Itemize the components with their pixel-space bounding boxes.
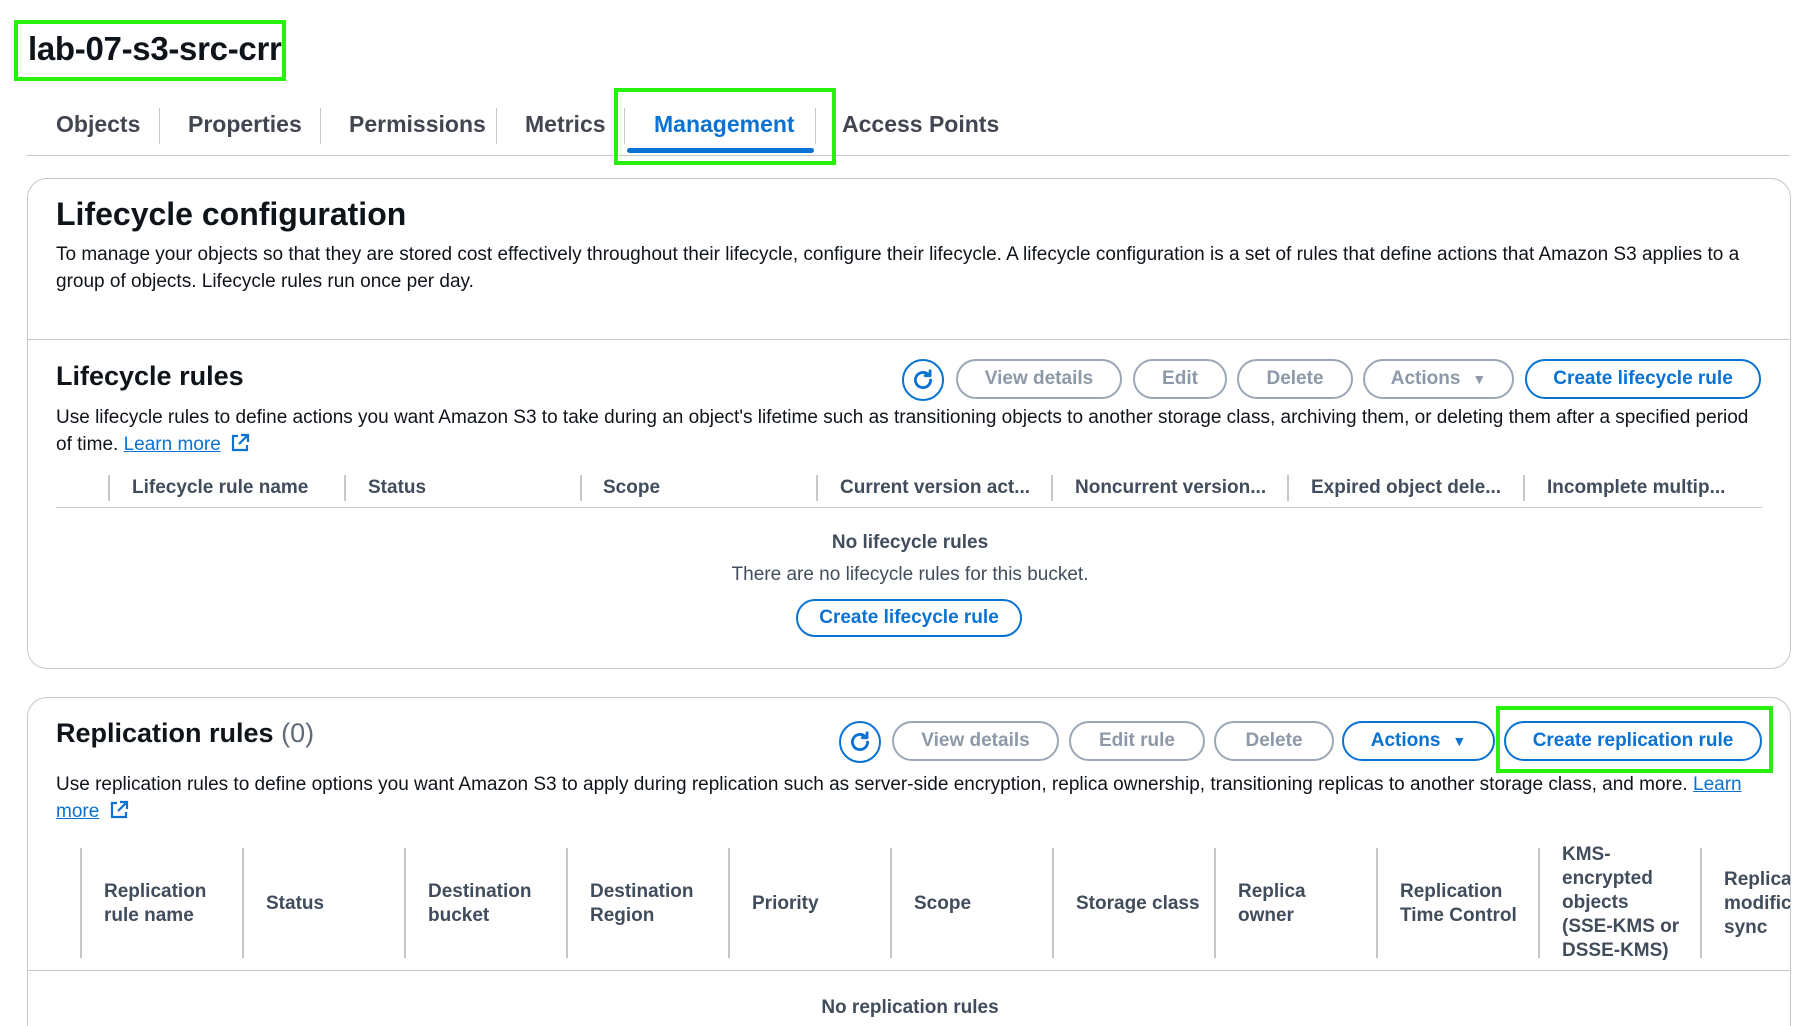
lifecycle-rules-title: Lifecycle rules xyxy=(56,361,244,391)
replication-rules-title: Replication rules (0) xyxy=(56,718,314,749)
create-lifecycle-rule-button[interactable]: Create lifecycle rule xyxy=(1525,359,1761,399)
refresh-replication-button[interactable] xyxy=(839,721,881,763)
column-header-current-version-actions[interactable]: Current version act... xyxy=(840,477,1030,499)
column-divider xyxy=(1376,848,1378,958)
column-divider xyxy=(404,848,406,958)
column-header-scope[interactable]: Scope xyxy=(603,477,660,499)
edit-rule-button[interactable]: Edit rule xyxy=(1069,721,1205,761)
lifecycle-configuration-title: Lifecycle configuration xyxy=(56,196,407,232)
column-header-destination-region[interactable]: Destination Region xyxy=(590,880,720,928)
column-header-destination-bucket[interactable]: Destination bucket xyxy=(428,880,558,928)
actions-dropdown[interactable]: Actions ▼ xyxy=(1363,359,1514,399)
tab-divider xyxy=(815,108,816,144)
empty-state-title: No lifecycle rules xyxy=(831,532,989,553)
replication-rules-title-text: Replication rules xyxy=(56,718,274,748)
column-header-status[interactable]: Status xyxy=(368,477,426,499)
column-header-rule-name[interactable]: Lifecycle rule name xyxy=(132,477,308,499)
column-divider xyxy=(1051,475,1053,501)
replication-rules-description: Use replication rules to define options … xyxy=(56,771,1756,825)
tab-divider xyxy=(159,108,160,144)
column-divider xyxy=(728,848,730,958)
tab-access-points[interactable]: Access Points xyxy=(842,96,999,156)
column-header-kms-encrypted-objects[interactable]: KMS-encrypted objects (SSE-KMS or DSSE-K… xyxy=(1562,843,1682,963)
tab-permissions[interactable]: Permissions xyxy=(349,96,486,156)
active-tab-indicator xyxy=(627,148,814,153)
empty-state-text: There are no lifecycle rules for this bu… xyxy=(731,564,1089,585)
column-header-noncurrent-version-actions[interactable]: Noncurrent version... xyxy=(1075,477,1266,499)
column-divider xyxy=(1523,475,1525,501)
column-divider xyxy=(1214,848,1216,958)
external-link-icon[interactable] xyxy=(109,800,129,820)
column-header-replica-modification-sync[interactable]: Replica modific sync xyxy=(1724,868,1790,940)
tab-divider xyxy=(624,108,625,144)
edit-button[interactable]: Edit xyxy=(1133,359,1227,399)
tab-objects[interactable]: Objects xyxy=(56,96,140,156)
column-divider xyxy=(580,475,582,501)
section-divider xyxy=(28,339,1790,340)
column-header-replication-time-control[interactable]: Replication Time Control xyxy=(1400,880,1525,928)
column-header-expired-object-delete-markers[interactable]: Expired object dele... xyxy=(1311,477,1501,499)
table-header-divider xyxy=(56,507,1762,508)
caret-down-icon: ▼ xyxy=(1472,371,1487,387)
table-header-divider xyxy=(28,970,1790,971)
refresh-lifecycle-button[interactable] xyxy=(902,359,944,401)
column-header-replication-rule-name[interactable]: Replication rule name xyxy=(104,880,224,928)
refresh-icon xyxy=(851,731,869,751)
replication-rules-count: (0) xyxy=(281,718,315,748)
create-replication-rule-button[interactable]: Create replication rule xyxy=(1504,721,1762,761)
actions-dropdown[interactable]: Actions ▼ xyxy=(1342,721,1495,761)
lifecycle-configuration-description: To manage your objects so that they are … xyxy=(56,244,1740,292)
view-details-button[interactable]: View details xyxy=(892,721,1059,761)
column-header-storage-class[interactable]: Storage class xyxy=(1076,892,1216,916)
tab-management[interactable]: Management xyxy=(654,96,795,156)
lifecycle-configuration-card: Lifecycle configuration To manage your o… xyxy=(27,178,1791,669)
tab-metrics[interactable]: Metrics xyxy=(525,96,606,156)
learn-more-link[interactable]: Learn more xyxy=(124,434,221,455)
column-divider xyxy=(1287,475,1289,501)
column-divider xyxy=(108,475,110,501)
column-divider xyxy=(816,475,818,501)
empty-create-lifecycle-rule-button[interactable]: Create lifecycle rule xyxy=(796,599,1022,637)
column-header-incomplete-multipart[interactable]: Incomplete multip... xyxy=(1547,477,1725,499)
delete-button[interactable]: Delete xyxy=(1237,359,1353,399)
column-divider xyxy=(1538,848,1540,958)
column-header-priority[interactable]: Priority xyxy=(752,892,882,916)
tab-divider xyxy=(496,108,497,144)
refresh-icon xyxy=(914,369,932,389)
replication-rules-card: Replication rules (0) View details Edit … xyxy=(27,697,1791,1026)
external-link-icon[interactable] xyxy=(230,433,250,453)
actions-label: Actions xyxy=(1390,368,1461,389)
column-divider xyxy=(80,848,82,958)
replication-rules-description-text: Use replication rules to define options … xyxy=(56,774,1688,795)
page-title: lab-07-s3-src-crr xyxy=(28,30,282,67)
empty-state-title: No replication rules xyxy=(821,997,999,1018)
column-divider xyxy=(890,848,892,958)
delete-button[interactable]: Delete xyxy=(1214,721,1334,761)
view-details-button[interactable]: View details xyxy=(956,359,1122,399)
column-header-scope[interactable]: Scope xyxy=(914,892,1044,916)
lifecycle-rules-description: Use lifecycle rules to define actions yo… xyxy=(56,404,1756,458)
lifecycle-rules-description-text: Use lifecycle rules to define actions yo… xyxy=(56,407,1749,455)
column-header-replica-owner[interactable]: Replica owner xyxy=(1238,880,1348,928)
tab-properties[interactable]: Properties xyxy=(188,96,302,156)
caret-down-icon: ▼ xyxy=(1452,733,1467,749)
column-divider xyxy=(1700,848,1702,958)
column-divider xyxy=(566,848,568,958)
column-divider xyxy=(1052,848,1054,958)
actions-label: Actions xyxy=(1370,730,1441,751)
column-header-status[interactable]: Status xyxy=(266,892,386,916)
tab-divider xyxy=(320,108,321,144)
column-divider xyxy=(242,848,244,958)
column-divider xyxy=(344,475,346,501)
